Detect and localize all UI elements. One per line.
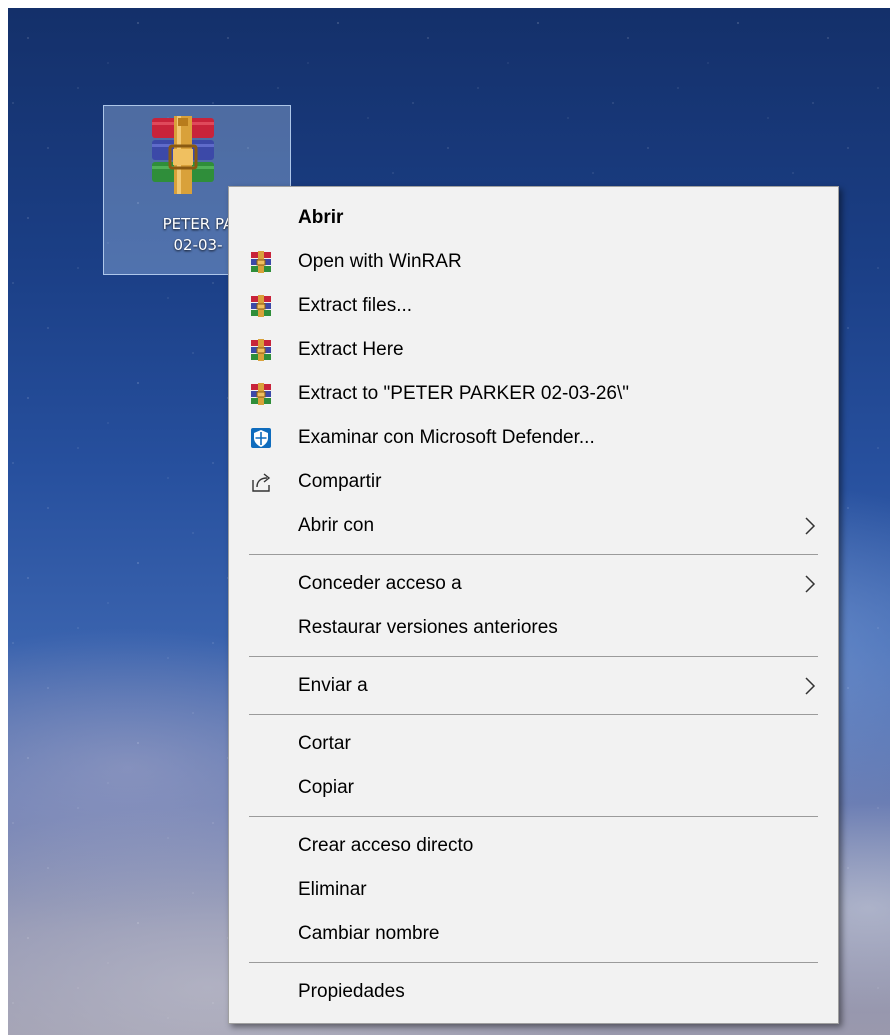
menu-item-label: Cortar [298, 733, 351, 754]
menu-item-label: Copiar [298, 777, 354, 798]
menu-item-open-with-winrar[interactable]: Open with WinRAR [229, 240, 838, 284]
menu-item-label: Eliminar [298, 879, 367, 900]
menu-item-cortar[interactable]: Cortar [229, 722, 838, 766]
menu-item-extract-files[interactable]: Extract files... [229, 284, 838, 328]
menu-item-label: Enviar a [298, 675, 368, 696]
menu-item-crear-acceso-directo[interactable]: Crear acceso directo [229, 824, 838, 868]
menu-item-abrir[interactable]: Abrir [229, 196, 838, 240]
menu-item-label: Open with WinRAR [298, 251, 462, 272]
menu-separator [249, 962, 818, 963]
chevron-right-icon [805, 575, 816, 593]
menu-item-compartir[interactable]: Compartir [229, 460, 838, 504]
menu-item-copiar[interactable]: Copiar [229, 766, 838, 810]
winrar-icon [251, 383, 271, 405]
menu-item-defender-scan[interactable]: Examinar con Microsoft Defender... [229, 416, 838, 460]
menu-separator [249, 554, 818, 555]
menu-item-label: Abrir con [298, 515, 375, 536]
winrar-icon [251, 295, 271, 317]
winrar-archive-icon [152, 116, 214, 194]
menu-item-eliminar[interactable]: Eliminar [229, 868, 838, 912]
menu-separator [249, 714, 818, 715]
menu-item-label: Conceder acceso a [298, 573, 462, 594]
menu-item-enviar-a[interactable]: Enviar a [229, 664, 838, 708]
menu-item-label: Extract to "PETER PARKER 02-03-26\" [298, 383, 629, 404]
menu-item-label: Restaurar versiones anteriores [298, 617, 558, 638]
menu-item-label: Examinar con Microsoft Defender... [298, 427, 595, 448]
menu-item-abrir-con[interactable]: Abrir con [229, 504, 838, 548]
menu-item-restaurar-versiones[interactable]: Restaurar versiones anteriores [229, 606, 838, 650]
menu-item-label: Compartir [298, 471, 382, 492]
desktop: PETER PA 02-03- Abrir Open with WinRAR E… [8, 8, 890, 1035]
menu-item-extract-to-folder[interactable]: Extract to "PETER PARKER 02-03-26\" [229, 372, 838, 416]
menu-item-label: Abrir [298, 207, 344, 228]
share-icon [252, 473, 271, 492]
menu-separator [249, 656, 818, 657]
menu-separator [249, 816, 818, 817]
menu-item-label: Propiedades [298, 981, 405, 1002]
chevron-right-icon [805, 517, 816, 535]
defender-shield-icon [251, 428, 271, 448]
menu-item-label: Extract files... [298, 295, 413, 316]
menu-item-label: Crear acceso directo [298, 835, 474, 856]
winrar-icon [251, 251, 271, 273]
context-menu: Abrir Open with WinRAR Extract files... … [228, 186, 839, 1024]
menu-item-label: Cambiar nombre [298, 923, 440, 944]
winrar-icon [251, 339, 271, 361]
menu-item-cambiar-nombre[interactable]: Cambiar nombre [229, 912, 838, 956]
menu-item-conceder-acceso[interactable]: Conceder acceso a [229, 562, 838, 606]
menu-item-extract-here[interactable]: Extract Here [229, 328, 838, 372]
chevron-right-icon [805, 677, 816, 695]
menu-item-label: Extract Here [298, 339, 404, 360]
menu-item-propiedades[interactable]: Propiedades [229, 970, 838, 1014]
